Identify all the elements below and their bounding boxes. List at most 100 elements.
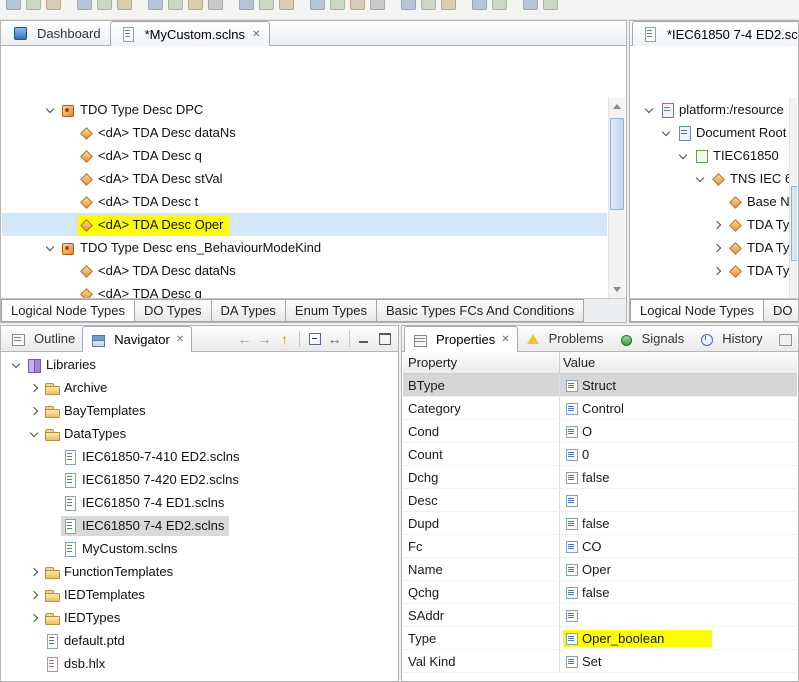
tree-item-tda-ty[interactable]: TDA Ty	[631, 259, 789, 282]
property-row-count[interactable]: Count0	[403, 443, 797, 466]
toolbar-icon[interactable]	[370, 0, 385, 10]
toolbar-icon[interactable]	[259, 0, 274, 10]
tree-item-tdo-type-desc-dpc[interactable]: TDO Type Desc DPC	[2, 98, 607, 121]
chevron-down-icon[interactable]	[8, 357, 25, 373]
property-row-category[interactable]: CategoryControl	[403, 397, 797, 420]
toolbar-icon[interactable]	[26, 0, 41, 10]
scrollbar-thumb[interactable]	[791, 186, 797, 261]
tree-item-baytemplates[interactable]: BayTemplates	[2, 399, 397, 422]
property-row-name[interactable]: NameOper	[403, 558, 797, 581]
vertical-scrollbar[interactable]	[608, 98, 625, 298]
editor-tab-dashboard[interactable]: Dashboard	[3, 21, 110, 45]
collapse-all-icon[interactable]	[305, 329, 324, 348]
toolbar-icon[interactable]	[492, 0, 507, 10]
link-with-editor-icon[interactable]: ↔	[325, 329, 344, 348]
chevron-down-icon[interactable]	[641, 102, 658, 118]
view-tab-e[interactable]: E	[770, 326, 799, 351]
chevron-right-icon[interactable]	[26, 564, 43, 580]
property-row-fc[interactable]: FcCO	[403, 535, 797, 558]
view-tab-navigator[interactable]: Navigator✕	[82, 326, 192, 352]
chevron-down-icon[interactable]	[675, 148, 692, 164]
tree-item-da-tda-desc-datans[interactable]: <dA> TDA Desc dataNs	[2, 259, 607, 282]
toolbar-icon[interactable]	[401, 0, 416, 10]
property-row-cond[interactable]: CondO	[403, 420, 797, 443]
view-tab-outline[interactable]: Outline	[3, 326, 82, 351]
forward-icon[interactable]: →	[255, 329, 274, 348]
tree-item-libraries[interactable]: Libraries	[2, 353, 397, 376]
page-tab-enum-types[interactable]: Enum Types	[285, 299, 377, 322]
tree-item-default-ptd[interactable]: default.ptd	[2, 629, 397, 652]
toolbar-icon[interactable]	[523, 0, 538, 10]
toolbar-icon[interactable]	[208, 0, 223, 10]
tree-item-iec61850-7-4-ed1-sclns[interactable]: IEC61850 7-4 ED1.sclns	[2, 491, 397, 514]
property-row-val-kind[interactable]: Val KindSet	[403, 650, 797, 673]
tree-item-iec61850-7-4-ed2-sclns[interactable]: IEC61850 7-4 ED2.sclns	[2, 514, 397, 537]
chevron-down-icon[interactable]	[42, 240, 59, 256]
tree-item-functiontemplates[interactable]: FunctionTemplates	[2, 560, 397, 583]
toolbar-icon[interactable]	[97, 0, 112, 10]
toolbar-icon[interactable]	[350, 0, 365, 10]
chevron-right-icon[interactable]	[709, 263, 726, 279]
tree-item-da-tda-desc-q[interactable]: <dA> TDA Desc q	[2, 282, 607, 298]
view-tab-problems[interactable]: Problems	[518, 326, 611, 351]
toolbar-icon[interactable]	[188, 0, 203, 10]
minimize-icon[interactable]	[355, 329, 374, 348]
up-icon[interactable]: ↑	[275, 329, 294, 348]
tree-item-da-tda-desc-t[interactable]: <dA> TDA Desc t	[2, 190, 607, 213]
tree-item-datatypes[interactable]: DataTypes	[2, 422, 397, 445]
chevron-down-icon[interactable]	[692, 171, 709, 187]
close-icon[interactable]: ✕	[252, 29, 260, 40]
close-icon[interactable]: ✕	[176, 334, 184, 345]
property-row-type[interactable]: TypeOper_boolean	[403, 627, 797, 650]
page-tab-basic-types-fcs-and-conditions[interactable]: Basic Types FCs And Conditions	[376, 299, 584, 322]
toolbar-icon[interactable]	[77, 0, 92, 10]
property-row-qchg[interactable]: Qchgfalse	[403, 581, 797, 604]
page-tab-do[interactable]: DO	[763, 299, 798, 322]
property-row-saddr[interactable]: SAddr	[403, 604, 797, 627]
toolbar-icon[interactable]	[148, 0, 163, 10]
scrollbar-thumb[interactable]	[610, 118, 624, 210]
toolbar-icon[interactable]	[310, 0, 325, 10]
tree-item-tns-iec-6[interactable]: TNS IEC 6	[631, 167, 789, 190]
view-tab-history[interactable]: History	[691, 326, 769, 351]
chevron-right-icon[interactable]	[26, 403, 43, 419]
column-header-value[interactable]: Value	[559, 352, 797, 373]
chevron-down-icon[interactable]	[42, 102, 59, 118]
back-icon[interactable]: ←	[235, 329, 254, 348]
vertical-scrollbar[interactable]	[789, 98, 797, 298]
toolbar-icon[interactable]	[6, 0, 21, 10]
page-tab-logical-node-types[interactable]: Logical Node Types	[1, 299, 135, 322]
chevron-right-icon[interactable]	[709, 217, 726, 233]
toolbar-icon[interactable]	[441, 0, 456, 10]
toolbar-icon[interactable]	[117, 0, 132, 10]
toolbar-icon[interactable]	[239, 0, 254, 10]
toolbar-icon[interactable]	[330, 0, 345, 10]
tree-item-tdo-type-desc-ens-behaviourmodekind[interactable]: TDO Type Desc ens_BehaviourModeKind	[2, 236, 607, 259]
toolbar-icon[interactable]	[279, 0, 294, 10]
toolbar-icon[interactable]	[168, 0, 183, 10]
maximize-icon[interactable]	[375, 329, 394, 348]
chevron-down-icon[interactable]	[658, 125, 675, 141]
tree-item-da-tda-desc-q[interactable]: <dA> TDA Desc q	[2, 144, 607, 167]
tree-item-mycustom-sclns[interactable]: MyCustom.sclns	[2, 537, 397, 560]
close-icon[interactable]: ✕	[501, 334, 509, 345]
tree-item-dsb-hlx[interactable]: dsb.hlx	[2, 652, 397, 675]
tree-item-iec61850-7-420-ed2-sclns[interactable]: IEC61850 7-420 ED2.sclns	[2, 468, 397, 491]
scroll-up-button[interactable]	[609, 98, 625, 115]
tree-item-platform-resource[interactable]: platform:/resource	[631, 98, 789, 121]
tree-item-iedtemplates[interactable]: IEDTemplates	[2, 583, 397, 606]
tree-item-iedtypes[interactable]: IEDTypes	[2, 606, 397, 629]
property-row-btype[interactable]: BTypeStruct	[403, 374, 797, 397]
column-header-property[interactable]: Property	[403, 352, 559, 373]
page-tab-da-types[interactable]: DA Types	[211, 299, 286, 322]
page-tab-do-types[interactable]: DO Types	[134, 299, 212, 322]
toolbar-icon[interactable]	[472, 0, 487, 10]
tree-item-iec61850-7-410-ed2-sclns[interactable]: IEC61850-7-410 ED2.sclns	[2, 445, 397, 468]
tree-item-document-root[interactable]: Document Root	[631, 121, 789, 144]
property-row-desc[interactable]: Desc	[403, 489, 797, 512]
scroll-down-button[interactable]	[609, 281, 625, 298]
editor-tab-iec61850-7-4-ed2-sclns[interactable]: *IEC61850 7-4 ED2.sclns	[632, 21, 799, 46]
chevron-right-icon[interactable]	[26, 380, 43, 396]
toolbar-icon[interactable]	[46, 0, 61, 10]
tree-item-tda-ty[interactable]: TDA Ty	[631, 213, 789, 236]
